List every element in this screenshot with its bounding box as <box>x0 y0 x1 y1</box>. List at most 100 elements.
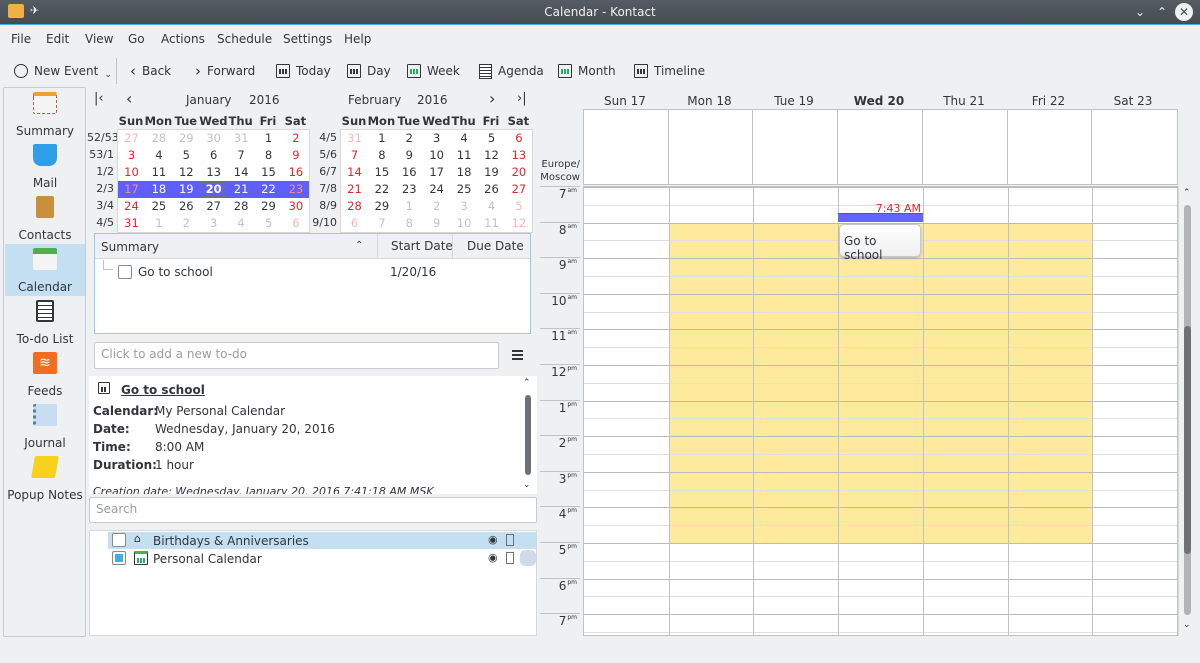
day-cell[interactable]: 10 <box>423 147 450 164</box>
day-cell[interactable]: 15 <box>368 164 395 181</box>
day-cell[interactable]: 6 <box>282 215 309 232</box>
week-number[interactable]: 1/2 <box>87 165 114 178</box>
day-cell[interactable]: 9 <box>423 215 450 232</box>
sidebar-item-summary[interactable]: Summary <box>5 88 85 140</box>
day-cell[interactable]: 23 <box>282 181 309 198</box>
day-cell[interactable]: 12 <box>173 164 200 181</box>
eye-icon[interactable]: ◉ <box>488 551 498 564</box>
day-cell[interactable]: 7 <box>341 147 368 164</box>
day-cell[interactable]: 23 <box>396 181 423 198</box>
chevron-down-icon[interactable]: ⌄ <box>104 70 112 80</box>
day-cell[interactable]: 25 <box>145 198 172 215</box>
day-cell[interactable]: 21 <box>341 181 368 198</box>
todo-checkbox[interactable] <box>118 265 132 279</box>
day-header[interactable]: Wed 20 <box>837 94 921 108</box>
day-cell[interactable]: 2 <box>396 130 423 147</box>
timeline-view-button[interactable]: Timeline <box>634 60 705 82</box>
day-cell[interactable]: 8 <box>368 147 395 164</box>
day-cell[interactable]: 9 <box>282 147 309 164</box>
day-cell[interactable]: 11 <box>145 164 172 181</box>
day-cell[interactable]: 11 <box>451 147 478 164</box>
day-cell[interactable]: 12 <box>505 215 532 232</box>
day-cell[interactable]: 29 <box>173 130 200 147</box>
week-number[interactable]: 9/10 <box>310 216 337 229</box>
day-cell[interactable]: 27 <box>505 181 532 198</box>
day-cell[interactable]: 2 <box>173 215 200 232</box>
day-cell[interactable]: 30 <box>282 198 309 215</box>
todo-item[interactable]: Go to school 1/20/16 <box>103 260 530 282</box>
day-cell[interactable]: 25 <box>451 181 478 198</box>
today-button[interactable]: Today <box>276 60 331 82</box>
day-cell[interactable]: 28 <box>228 198 255 215</box>
minimize-button[interactable]: ⌄ <box>1131 3 1149 21</box>
sidebar-item-journal[interactable]: Journal <box>5 400 85 452</box>
day-cell[interactable]: 14 <box>341 164 368 181</box>
calendar-color-swatch[interactable] <box>520 550 536 566</box>
day-cell[interactable]: 2 <box>282 130 309 147</box>
day-cell[interactable]: 3 <box>200 215 227 232</box>
month-view-button[interactable]: Month <box>558 60 616 82</box>
new-event-button[interactable]: New Event ⌄ <box>14 60 112 82</box>
day-header[interactable]: Fri 22 <box>1007 94 1091 108</box>
day-cell[interactable]: 26 <box>173 198 200 215</box>
day-cell[interactable]: 19 <box>478 164 505 181</box>
day-header[interactable]: Sun 17 <box>583 94 667 108</box>
day-cell[interactable]: 27 <box>118 130 145 147</box>
day-cell[interactable]: 31 <box>228 130 255 147</box>
calendar-checkbox[interactable] <box>112 551 126 565</box>
day-cell[interactable]: 8 <box>396 215 423 232</box>
day-cell[interactable]: 5 <box>505 198 532 215</box>
day-cell[interactable]: 16 <box>396 164 423 181</box>
day-cell[interactable]: 5 <box>173 147 200 164</box>
column-summary[interactable]: Summary <box>101 240 159 254</box>
day-cell[interactable]: 6 <box>341 215 368 232</box>
bookmark-icon[interactable] <box>506 534 514 546</box>
maximize-button[interactable]: ⌃ <box>1153 3 1171 21</box>
week-number[interactable]: 2/3 <box>87 182 114 195</box>
details-scroll-down[interactable]: ⌄ <box>523 480 531 490</box>
day-cell[interactable]: 18 <box>451 164 478 181</box>
week-view-scrollbar[interactable]: ⌃ ⌄ <box>1178 186 1196 636</box>
day-cell[interactable]: 29 <box>368 198 395 215</box>
day-cell[interactable]: 24 <box>118 198 145 215</box>
menu-go[interactable]: Go <box>128 32 145 46</box>
day-cell[interactable]: 24 <box>423 181 450 198</box>
day-cell[interactable]: 14 <box>228 164 255 181</box>
day-cell[interactable]: 27 <box>200 198 227 215</box>
day-cell[interactable]: 4 <box>451 130 478 147</box>
sidebar-item-contacts[interactable]: Contacts <box>5 192 85 244</box>
day-header[interactable]: Sat 23 <box>1091 94 1175 108</box>
day-cell[interactable]: 3 <box>118 147 145 164</box>
calendar-checkbox[interactable] <box>112 533 126 547</box>
day-cell[interactable]: 1 <box>145 215 172 232</box>
day-cell[interactable]: 10 <box>451 215 478 232</box>
day-cell[interactable]: 4 <box>228 215 255 232</box>
day-cell[interactable]: 30 <box>200 130 227 147</box>
add-todo-input[interactable]: Click to add a new to-do <box>94 342 499 369</box>
sort-ascending-icon[interactable]: ⌃ <box>355 240 363 251</box>
day-cell[interactable]: 31 <box>118 215 145 232</box>
week-number[interactable]: 4/5 <box>87 216 114 229</box>
day-cell[interactable]: 11 <box>478 215 505 232</box>
year-label[interactable]: 2016 <box>249 93 280 107</box>
day-cell[interactable]: 1 <box>368 130 395 147</box>
bookmark-icon[interactable] <box>506 552 514 564</box>
day-cell[interactable]: 18 <box>145 181 172 198</box>
day-cell[interactable]: 22 <box>255 181 282 198</box>
day-cell[interactable]: 28 <box>341 198 368 215</box>
day-cell[interactable]: 26 <box>478 181 505 198</box>
day-header[interactable]: Tue 19 <box>752 94 836 108</box>
time-grid[interactable]: 7:43 AM Go to school <box>583 186 1178 636</box>
day-cell[interactable]: 17 <box>118 181 145 198</box>
day-cell[interactable]: 31 <box>341 130 368 147</box>
column-start-date[interactable]: Start Date <box>377 234 453 259</box>
month-label[interactable]: February <box>348 93 401 107</box>
sidebar-item-todo[interactable]: To-do List <box>5 296 85 348</box>
week-number[interactable]: 8/9 <box>310 199 337 212</box>
month-label[interactable]: January <box>186 93 232 107</box>
day-cell[interactable]: 9 <box>396 147 423 164</box>
day-cell[interactable]: 6 <box>505 130 532 147</box>
week-number[interactable]: 4/5 <box>310 131 337 144</box>
day-cell[interactable]: 20 <box>200 181 227 198</box>
menu-actions[interactable]: Actions <box>161 32 205 46</box>
